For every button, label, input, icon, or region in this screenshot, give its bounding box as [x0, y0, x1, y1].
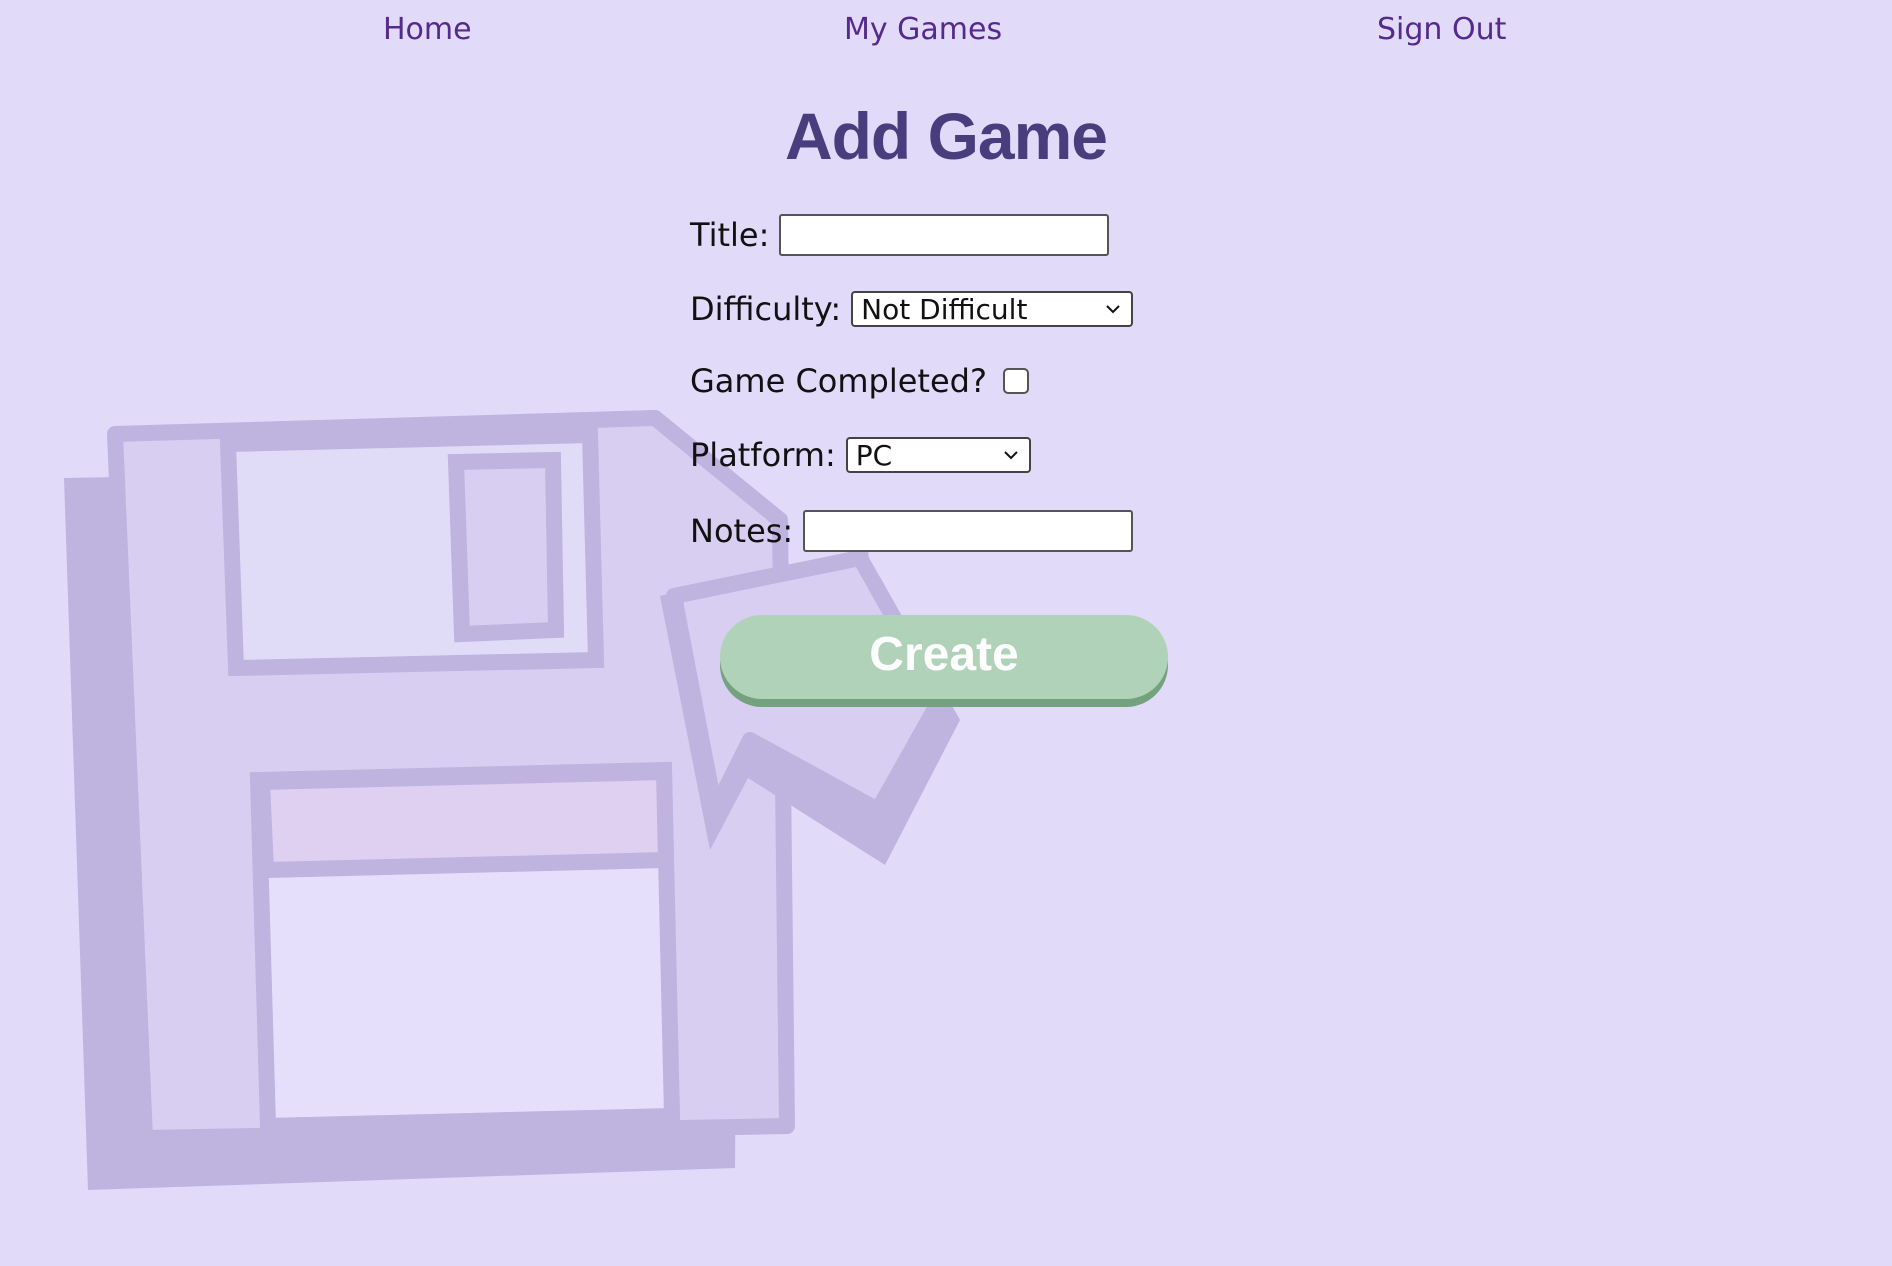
completed-label: Game Completed?: [690, 362, 987, 400]
platform-row: Platform: PC: [690, 436, 1031, 474]
nav-link-home[interactable]: Home: [383, 12, 472, 47]
page-title: Add Game: [784, 99, 1108, 173]
title-row: Title:: [690, 214, 1110, 256]
platform-selected-value: PC: [855, 438, 893, 472]
chevron-down-icon: [1004, 451, 1018, 460]
platform-label: Platform:: [690, 436, 836, 474]
completed-row: Game Completed?: [690, 362, 1029, 400]
top-navigation: Home My Games Sign Out: [0, 0, 1892, 64]
notes-input[interactable]: [803, 510, 1134, 552]
nav-link-my-games[interactable]: My Games: [844, 12, 1002, 47]
nav-link-sign-out[interactable]: Sign Out: [1377, 12, 1506, 47]
game-completed-checkbox[interactable]: [1002, 368, 1029, 394]
difficulty-select[interactable]: Not Difficult: [851, 291, 1134, 327]
title-input[interactable]: [779, 214, 1110, 256]
title-label: Title:: [690, 216, 770, 254]
notes-label: Notes:: [690, 512, 794, 550]
notes-row: Notes:: [690, 510, 1134, 552]
difficulty-selected-value: Not Difficult: [861, 292, 1028, 326]
chevron-down-icon: [1106, 305, 1120, 314]
difficulty-label: Difficulty:: [690, 290, 842, 328]
create-button[interactable]: Create: [720, 615, 1168, 699]
page: Home My Games Sign Out Add Game Title: D…: [0, 0, 1892, 1266]
platform-select[interactable]: PC: [845, 437, 1031, 473]
difficulty-row: Difficulty: Not Difficult: [690, 290, 1134, 328]
